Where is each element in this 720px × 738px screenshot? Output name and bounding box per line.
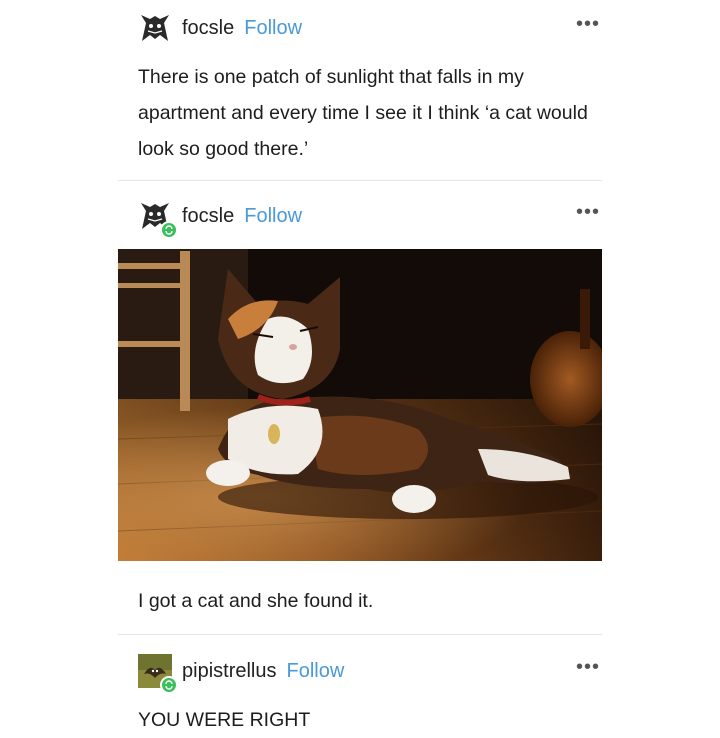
bat-avatar-icon[interactable] bbox=[138, 654, 178, 694]
divider bbox=[118, 180, 602, 181]
post-header: focsle Follow ••• bbox=[138, 8, 600, 48]
post-header: focsle Follow ••• bbox=[138, 196, 600, 239]
fox-avatar-icon[interactable] bbox=[138, 199, 178, 239]
post-text: There is one patch of sunlight that fall… bbox=[138, 66, 588, 160]
post-text: I got a cat and she found it. bbox=[138, 590, 374, 612]
calico-cat-in-sunlight-photo bbox=[117, 249, 610, 561]
reblog-icon bbox=[160, 221, 178, 239]
more-options-icon[interactable]: ••• bbox=[576, 202, 600, 225]
fox-avatar-icon[interactable] bbox=[138, 11, 172, 45]
reblog-icon bbox=[160, 676, 178, 694]
more-options-icon[interactable]: ••• bbox=[576, 657, 600, 680]
follow-button[interactable]: Follow bbox=[244, 205, 302, 228]
username[interactable]: focsle bbox=[182, 205, 234, 228]
divider bbox=[118, 634, 602, 635]
follow-button[interactable]: Follow bbox=[244, 17, 302, 40]
username[interactable]: focsle bbox=[182, 17, 234, 40]
more-options-icon[interactable]: ••• bbox=[576, 14, 600, 37]
username[interactable]: pipistrellus bbox=[182, 660, 276, 683]
follow-button[interactable]: Follow bbox=[286, 660, 344, 683]
post-header: pipistrellus Follow ••• bbox=[138, 651, 600, 694]
